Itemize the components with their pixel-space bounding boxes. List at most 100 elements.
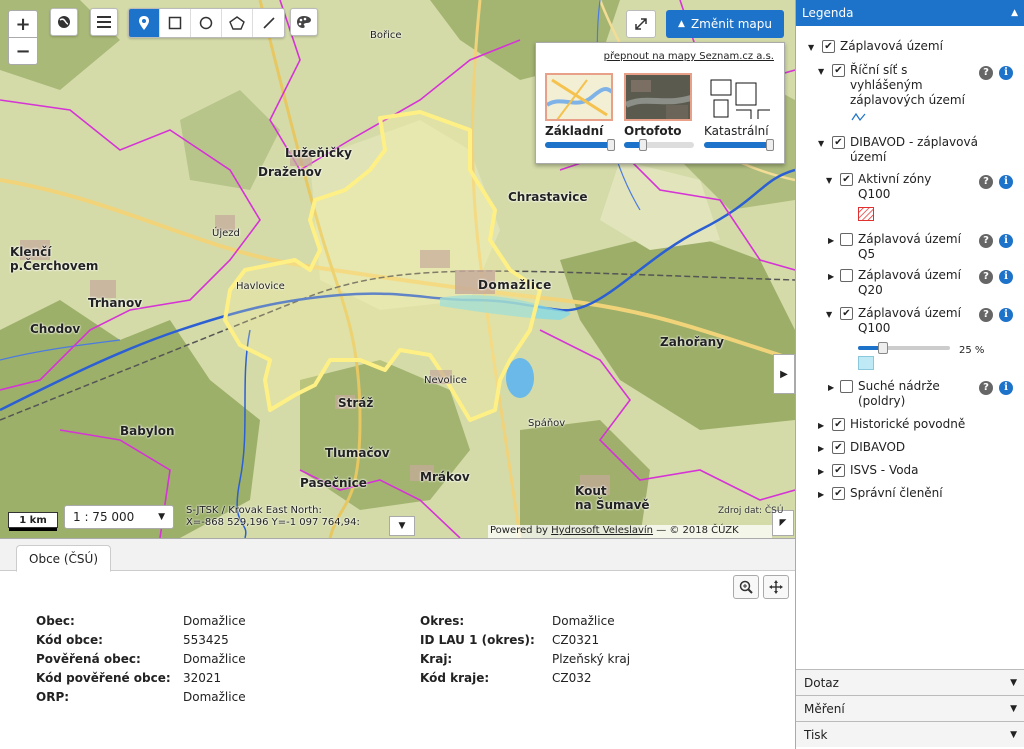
draw-circle-button[interactable]: [191, 9, 222, 37]
globe-button[interactable]: [50, 8, 78, 36]
checkbox-q5[interactable]: [840, 233, 853, 246]
help-icon[interactable]: ?: [979, 308, 993, 322]
expand-icon[interactable]: ▶: [818, 490, 824, 499]
collapse-icon[interactable]: ▼: [826, 176, 832, 185]
info-icon[interactable]: i: [999, 270, 1013, 284]
basemap-thumb-ortofoto[interactable]: [624, 73, 692, 121]
help-icon[interactable]: ?: [979, 234, 993, 248]
pan-to-feature-button[interactable]: [763, 575, 789, 599]
river-symbol-icon: [851, 112, 866, 122]
expand-right-button[interactable]: ▶: [773, 354, 795, 394]
basemap-option-katastralni[interactable]: Katastrální: [704, 73, 774, 151]
basemap-option-ortofoto[interactable]: Ortofoto: [624, 73, 694, 151]
expand-icon[interactable]: ▶: [818, 467, 824, 476]
legend-header[interactable]: Legenda ▲: [796, 0, 1024, 26]
checkbox-ricni-sit[interactable]: ✔: [832, 64, 845, 77]
help-icon[interactable]: ?: [979, 270, 993, 284]
draw-point-button[interactable]: [129, 9, 160, 37]
menu-button[interactable]: [90, 8, 118, 36]
basemap-opacity-slider-zakladni[interactable]: [545, 139, 615, 151]
info-value: Plzeňský kraj: [552, 652, 631, 666]
polygon-icon: [229, 16, 245, 30]
info-icon[interactable]: i: [999, 234, 1013, 248]
draw-polygon-button[interactable]: [222, 9, 253, 37]
info-icon[interactable]: i: [999, 381, 1013, 395]
checkbox-isvs-voda[interactable]: ✔: [832, 464, 845, 477]
checkbox-historicke-povodne[interactable]: ✔: [832, 418, 845, 431]
help-icon[interactable]: ?: [979, 381, 993, 395]
zoom-out-button[interactable]: −: [8, 37, 38, 65]
checkbox-q20[interactable]: [840, 269, 853, 282]
checkbox-dibavod[interactable]: ✔: [832, 441, 845, 454]
info-key: Kód obce:: [36, 633, 103, 647]
checkbox-aktivni-zony[interactable]: ✔: [840, 173, 853, 186]
info-key: Obec:: [36, 614, 75, 628]
collapse-icon[interactable]: ▼: [826, 310, 832, 319]
expand-icon[interactable]: ▶: [828, 236, 834, 245]
expand-bottom-button[interactable]: ▼: [389, 516, 415, 536]
zoom-in-button[interactable]: +: [8, 10, 38, 38]
checkbox-dibavod-zaplavova[interactable]: ✔: [832, 136, 845, 149]
basemap-thumb-zakladni[interactable]: [545, 73, 613, 121]
palette-icon: [297, 16, 311, 28]
scale-select[interactable]: 1 : 75 000 ▼: [64, 505, 174, 529]
checkbox-q100[interactable]: ✔: [840, 307, 853, 320]
basemap-opacity-slider-ortofoto[interactable]: [624, 139, 694, 151]
caret-up-icon: ▲: [1011, 8, 1018, 18]
basemap-opacity-slider-katastralni[interactable]: [704, 139, 774, 151]
info-key: Pověřená obec:: [36, 652, 141, 666]
info-tools: [733, 575, 789, 599]
circle-icon: [199, 16, 213, 30]
place-label-drazenov: Draženov: [258, 165, 322, 179]
basemap-label-ortofoto: Ortofoto: [624, 124, 682, 138]
corner-arrow-icon: ◤: [779, 518, 787, 528]
zoom-to-feature-button[interactable]: [733, 575, 759, 599]
place-label-luzenicky: Lužeňičky: [285, 146, 352, 160]
help-icon[interactable]: ?: [979, 175, 993, 189]
attribution: Powered by Hydrosoft Veleslavín — © 2018…: [488, 525, 772, 538]
expand-icon[interactable]: ▶: [818, 421, 824, 430]
legend-item-q20: Záplavová území Q20: [858, 268, 961, 297]
place-label-trhanov: Trhanov: [88, 296, 143, 310]
checkbox-suche-nadrze[interactable]: [840, 380, 853, 393]
checkbox-spravni-cleneni[interactable]: ✔: [832, 487, 845, 500]
legend-panel: Legenda ▲ ▼ ✔ Záplavová území ▼ ✔ Říční …: [795, 0, 1024, 749]
checkbox-zaplavova-uzemi[interactable]: ✔: [822, 40, 835, 53]
expand-icon[interactable]: ▶: [828, 383, 834, 392]
change-map-button[interactable]: ▲ Změnit mapu: [666, 10, 784, 38]
info-row: Okres: Domažlice: [420, 612, 630, 631]
accordion-mereni[interactable]: Měření ▼: [796, 695, 1024, 721]
hatch-symbol-icon: [858, 207, 874, 221]
collapse-icon[interactable]: ▼: [818, 67, 824, 76]
info-tabstrip: Obce (ČSÚ): [0, 539, 795, 572]
info-value: Domažlice: [183, 614, 246, 628]
attribution-link[interactable]: Hydrosoft Veleslavín: [551, 525, 653, 536]
q100-opacity-knob[interactable]: [878, 342, 888, 354]
info-value: Domažlice: [552, 614, 615, 628]
basemap-thumb-katastralni[interactable]: [704, 73, 772, 121]
switch-to-seznam-link[interactable]: přepnout na mapy Seznam.cz a.s.: [604, 51, 774, 62]
place-label-zahorany: Zahořany: [660, 335, 724, 349]
map-view[interactable]: Klenčí p.Čerchovem Trhanov Chodov Babylon…: [0, 0, 795, 538]
q100-opacity-slider[interactable]: [858, 342, 950, 354]
accordion-dotaz[interactable]: Dotaz ▼: [796, 669, 1024, 695]
collapse-icon[interactable]: ▼: [818, 139, 824, 148]
expand-icon[interactable]: ▶: [828, 272, 834, 281]
info-icon[interactable]: i: [999, 308, 1013, 322]
palette-button[interactable]: [290, 8, 318, 36]
collapse-icon[interactable]: ▼: [808, 43, 814, 52]
accordion-tisk[interactable]: Tisk ▼: [796, 721, 1024, 747]
info-value: CZ032: [552, 671, 592, 685]
fullscreen-button[interactable]: [626, 10, 656, 38]
draw-line-button[interactable]: [253, 9, 284, 37]
basemap-option-zakladni[interactable]: Základní: [545, 73, 615, 151]
draw-rectangle-button[interactable]: [160, 9, 191, 37]
info-key: Kraj:: [420, 652, 453, 666]
expand-icon[interactable]: ▶: [818, 444, 824, 453]
info-icon[interactable]: i: [999, 66, 1013, 80]
info-icon[interactable]: i: [999, 175, 1013, 189]
tab-obce[interactable]: Obce (ČSÚ): [16, 545, 111, 572]
help-icon[interactable]: ?: [979, 66, 993, 80]
coordinate-system: S-JTSK / Krovak East North:: [186, 505, 322, 516]
basemap-label-katastralni: Katastrální: [704, 124, 769, 138]
